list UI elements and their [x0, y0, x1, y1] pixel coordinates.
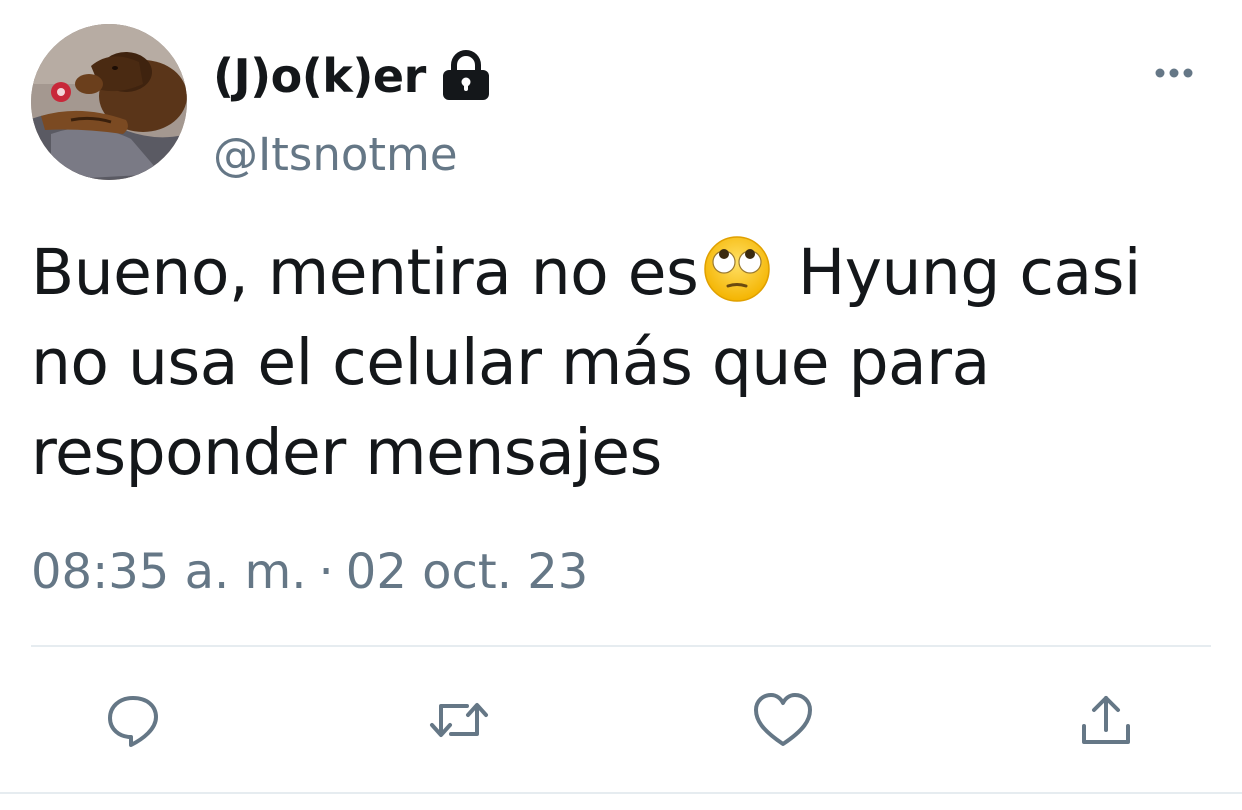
share-button[interactable]	[1074, 688, 1138, 752]
user-handle[interactable]: @Itsnotme	[213, 132, 458, 177]
share-icon	[1082, 696, 1130, 744]
divider	[31, 645, 1211, 647]
display-name[interactable]: (J)o(k)er	[213, 53, 426, 99]
face-with-rolling-eyes-icon	[702, 234, 772, 304]
display-name-row: (J)o(k)er	[213, 44, 494, 108]
like-button[interactable]	[751, 688, 815, 752]
retweet-button[interactable]	[427, 688, 491, 752]
tweet-text: Bueno, mentira no es Hyung casi no usa e…	[31, 228, 1231, 498]
lock-icon	[438, 48, 494, 104]
timestamp-separator: ·	[318, 544, 334, 600]
avatar[interactable]	[31, 24, 187, 180]
reply-button[interactable]	[101, 688, 165, 752]
tweet-timestamp[interactable]: 08:35 a. m. · 02 oct. 23	[31, 548, 588, 596]
action-bar	[0, 688, 1242, 752]
tweet-time: 08:35 a. m.	[31, 544, 307, 600]
tweet-date: 02 oct. 23	[345, 544, 589, 600]
bottom-divider	[0, 792, 1242, 794]
retweet-icon	[430, 703, 488, 737]
more-options-icon[interactable]	[1150, 58, 1198, 88]
tweet-text-part1: Bueno, mentira no es	[31, 236, 699, 309]
reply-icon	[108, 696, 158, 747]
like-icon	[754, 693, 812, 746]
tweet-card: (J)o(k)er @Itsnotme Bueno, mentira no es	[0, 0, 1242, 810]
dog-photo-icon	[31, 24, 187, 180]
